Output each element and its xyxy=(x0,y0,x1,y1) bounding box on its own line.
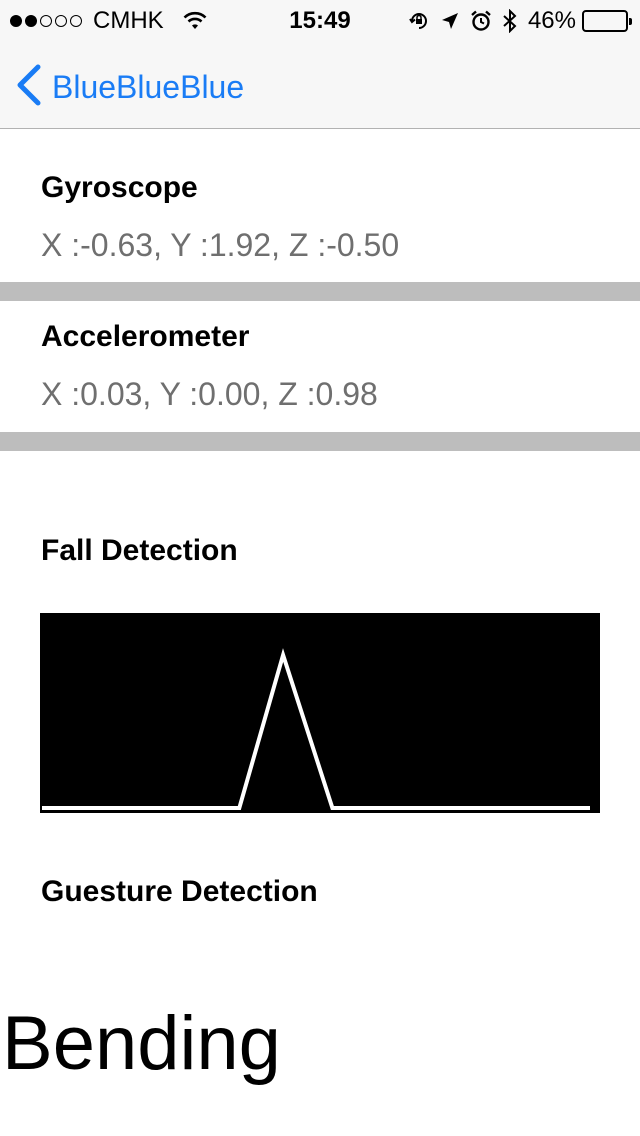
orientation-lock-icon xyxy=(408,10,430,32)
fall-detection-chart-svg xyxy=(42,648,590,810)
accelerometer-title: Accelerometer xyxy=(41,320,250,353)
bluetooth-icon xyxy=(502,9,518,33)
status-bar: CMHK 15:49 46% xyxy=(0,0,640,40)
back-button[interactable]: BlueBlueBlue xyxy=(14,64,244,111)
gesture-detection-title: Guesture Detection xyxy=(41,875,318,908)
accelerometer-value: X :0.03, Y :0.00, Z :0.98 xyxy=(41,376,378,412)
status-right: 46% xyxy=(398,7,632,35)
alarm-icon xyxy=(470,10,492,32)
navigation-bar: BlueBlueBlue xyxy=(0,40,640,129)
gesture-result: Bending xyxy=(2,1001,281,1086)
section-divider xyxy=(0,282,640,301)
back-label: BlueBlueBlue xyxy=(52,69,245,105)
chevron-left-icon xyxy=(14,64,42,111)
location-arrow-icon xyxy=(440,11,460,31)
fall-signal-line xyxy=(42,648,590,810)
gyroscope-value: X :-0.63, Y :1.92, Z :-0.50 xyxy=(41,227,400,263)
gyroscope-title: Gyroscope xyxy=(41,171,198,204)
fall-detection-title: Fall Detection xyxy=(41,534,238,567)
fall-detection-chart xyxy=(40,613,600,813)
battery-percentage: 46% xyxy=(527,7,576,34)
section-divider xyxy=(0,432,640,451)
battery-icon xyxy=(582,10,632,32)
